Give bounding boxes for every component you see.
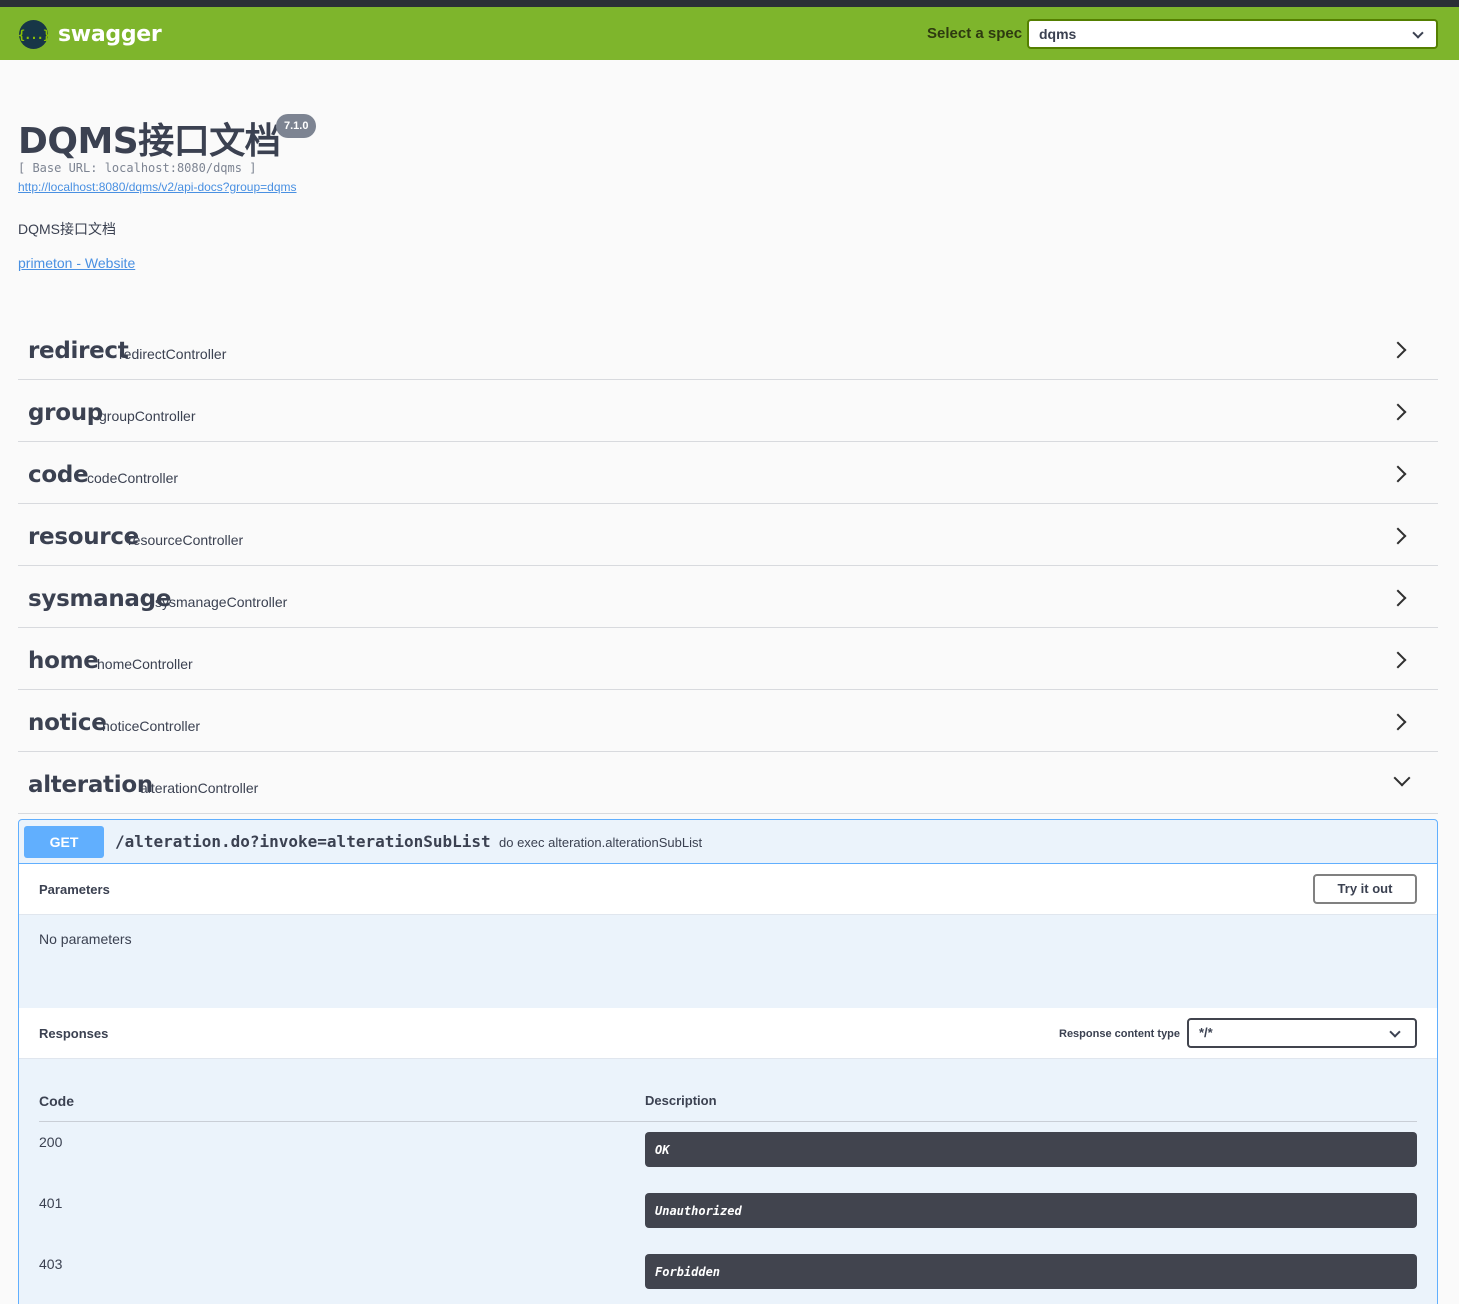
chevron-right-icon — [1389, 465, 1407, 483]
response-code: 401 — [39, 1195, 63, 1211]
response-content-type-select[interactable]: */* — [1187, 1018, 1417, 1048]
chevron-right-icon — [1389, 651, 1407, 669]
parameters-title: Parameters — [39, 882, 110, 897]
chevron-down-icon — [1393, 769, 1411, 787]
swagger-logo-icon: {...} — [18, 20, 50, 49]
tag-name: home — [28, 648, 99, 674]
column-header-description: Description — [645, 1093, 717, 1108]
website-link[interactable]: primeton - Website — [18, 255, 135, 271]
top-bar: {...} swagger Select a spec dqms — [0, 7, 1459, 60]
tag-code[interactable]: code codeController — [18, 442, 1438, 504]
tag-description: homeController — [97, 656, 193, 672]
tag-name: alteration — [28, 772, 153, 798]
spec-select-value: dqms — [1039, 26, 1077, 42]
tag-name: code — [28, 462, 89, 488]
response-content-type-label: Response content type — [1059, 1028, 1181, 1040]
tag-description: resourceController — [128, 532, 244, 548]
tag-notice[interactable]: notice noticeController — [18, 690, 1438, 752]
column-header-code: Code — [39, 1093, 74, 1109]
tag-name: notice — [28, 710, 107, 736]
chevron-right-icon — [1389, 403, 1407, 421]
spec-select[interactable]: dqms — [1027, 19, 1438, 49]
chevron-down-icon — [1412, 27, 1424, 39]
response-description: Forbidden — [645, 1254, 1417, 1289]
tag-group[interactable]: group groupController — [18, 380, 1438, 442]
responses-title: Responses — [39, 1026, 109, 1041]
tag-description: redirectController — [119, 346, 227, 362]
operation-summary[interactable]: GET /alteration.do?invoke=alterationSubL… — [19, 820, 1437, 864]
chevron-right-icon — [1389, 527, 1407, 545]
method-badge: GET — [24, 826, 104, 858]
try-it-out-button[interactable]: Try it out — [1313, 874, 1417, 904]
tag-name: sysmanage — [28, 586, 172, 612]
chevron-right-icon — [1389, 713, 1407, 731]
responses-header: Responses Response content type */* — [19, 1008, 1437, 1059]
response-description: OK — [645, 1132, 1417, 1167]
tag-description: noticeController — [102, 718, 201, 734]
tag-alteration[interactable]: alteration alterationController — [18, 752, 1438, 814]
operation-description: do exec alteration.alterationSubList — [499, 835, 703, 850]
window-top-strip — [0, 0, 1459, 7]
operation-block: GET /alteration.do?invoke=alterationSubL… — [18, 819, 1438, 1304]
table-divider — [39, 1121, 1417, 1122]
page-title: DQMS接口文档 — [18, 121, 281, 162]
tag-description: groupController — [99, 408, 196, 424]
swagger-logo-text: swagger — [58, 22, 162, 47]
chevron-down-icon — [1389, 1026, 1401, 1038]
tag-description: codeController — [87, 470, 179, 486]
no-parameters-text: No parameters — [39, 931, 132, 947]
spec-select-label: Select a spec — [927, 25, 1023, 42]
operation-path: /alteration.do?invoke=alterationSubList — [115, 832, 491, 851]
tag-home[interactable]: home homeController — [18, 628, 1438, 690]
response-code: 403 — [39, 1256, 63, 1272]
tag-resource[interactable]: resource resourceController — [18, 504, 1438, 566]
tag-name: group — [28, 400, 103, 426]
base-url: [ Base URL: localhost:8080/dqms ] — [18, 161, 257, 175]
response-description: Unauthorized — [645, 1193, 1417, 1228]
content-type-value: */* — [1199, 1025, 1213, 1040]
parameters-header: Parameters Try it out — [19, 864, 1437, 915]
chevron-right-icon — [1389, 341, 1407, 359]
version-badge: 7.1.0 — [276, 114, 317, 138]
tag-sysmanage[interactable]: sysmanage sysmanageController — [18, 566, 1438, 628]
api-docs-link[interactable]: http://localhost:8080/dqms/v2/api-docs?g… — [18, 180, 297, 194]
tag-name: resource — [28, 524, 139, 550]
swagger-logo[interactable]: {...} swagger — [18, 20, 162, 49]
tag-redirect[interactable]: redirect redirectController — [18, 318, 1438, 380]
tag-description: alterationController — [140, 780, 259, 796]
chevron-right-icon — [1389, 589, 1407, 607]
tag-name: redirect — [28, 338, 129, 364]
api-description: DQMS接口文档 — [18, 221, 116, 237]
response-code: 200 — [39, 1134, 63, 1150]
tag-description: sysmanageController — [155, 594, 288, 610]
